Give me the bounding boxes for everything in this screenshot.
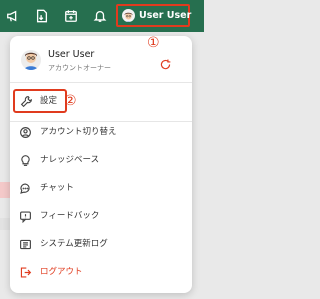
switch-account-icon	[19, 126, 32, 139]
divider	[10, 82, 192, 83]
menu-item-chat[interactable]: チャット	[10, 177, 192, 201]
avatar	[21, 50, 41, 70]
user-dropdown-menu: User User アカウントオーナー ① 設定 ② アカウント切り替え ナレッ…	[10, 35, 192, 293]
menu-item-logout[interactable]: ログアウト	[10, 261, 192, 285]
menu-item-label: チャット	[40, 183, 74, 193]
annotation-number-1: ①	[147, 35, 160, 51]
menu-item-label: システム更新ログ	[40, 239, 108, 249]
wrench-icon	[20, 95, 33, 108]
refresh-icon[interactable]	[159, 56, 172, 70]
avatar	[122, 9, 135, 22]
menu-item-label: フィードバック	[40, 211, 100, 221]
menu-item-changelog[interactable]: システム更新ログ	[10, 233, 192, 257]
background-stripe	[0, 218, 10, 230]
megaphone-icon[interactable]	[6, 9, 20, 23]
chat-icon	[19, 182, 32, 195]
profile-role: アカウントオーナー	[48, 64, 111, 72]
annotation-number-2: ②	[64, 93, 77, 109]
menu-item-label: ナレッジベース	[40, 155, 100, 165]
bell-icon[interactable]	[93, 9, 107, 23]
menu-item-switch-account[interactable]: アカウント切り替え	[10, 121, 192, 145]
menu-item-feedback[interactable]: フィードバック	[10, 205, 192, 229]
menu-item-label: 設定	[40, 96, 58, 106]
user-name-label: User User	[139, 10, 192, 21]
menu-item-settings[interactable]: 設定	[13, 89, 67, 113]
background-stripe	[0, 182, 10, 198]
lightbulb-icon	[19, 154, 32, 167]
top-bar: User User	[0, 0, 204, 32]
logout-icon	[19, 266, 32, 279]
profile-name: User User	[48, 49, 95, 60]
menu-item-label: アカウント切り替え	[40, 127, 117, 137]
calendar-icon[interactable]	[64, 9, 78, 23]
changelog-icon	[19, 238, 32, 251]
menu-item-label: ログアウト	[40, 267, 83, 277]
user-menu-button[interactable]: User User	[116, 4, 192, 27]
document-icon[interactable]	[35, 9, 49, 23]
feedback-icon	[19, 210, 32, 223]
menu-item-knowledge-base[interactable]: ナレッジベース	[10, 149, 192, 173]
